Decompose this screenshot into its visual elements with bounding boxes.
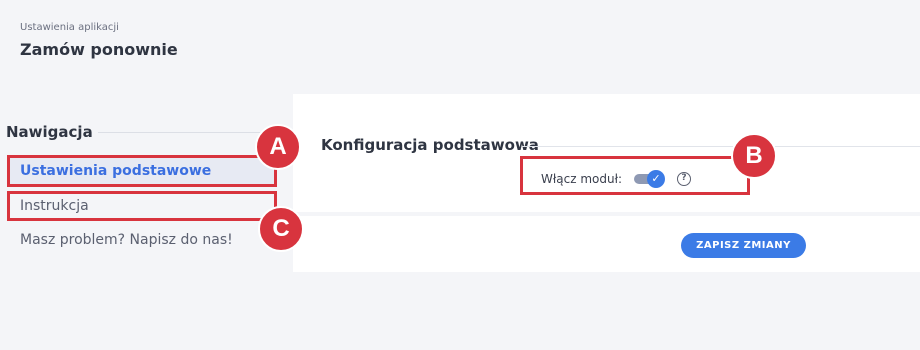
highlight-box-a — [7, 155, 277, 187]
nav-heading: Nawigacja — [6, 123, 93, 141]
section-title: Konfiguracja podstawowa — [321, 136, 539, 154]
save-button[interactable]: ZAPISZ ZMIANY — [681, 233, 806, 258]
highlight-box-c — [7, 191, 277, 221]
annotation-marker-a: A — [255, 124, 301, 170]
nav-divider — [98, 132, 268, 133]
actions-panel — [293, 216, 920, 272]
sidebar-item-contact[interactable]: Masz problem? Napisz do nas! — [10, 229, 274, 251]
section-divider — [522, 146, 920, 147]
annotation-marker-c: C — [258, 206, 304, 252]
highlight-box-b — [520, 156, 750, 195]
page-title: Zamów ponownie — [20, 40, 178, 59]
breadcrumb[interactable]: Ustawienia aplikacji — [20, 22, 119, 33]
annotation-marker-b: B — [731, 133, 777, 179]
